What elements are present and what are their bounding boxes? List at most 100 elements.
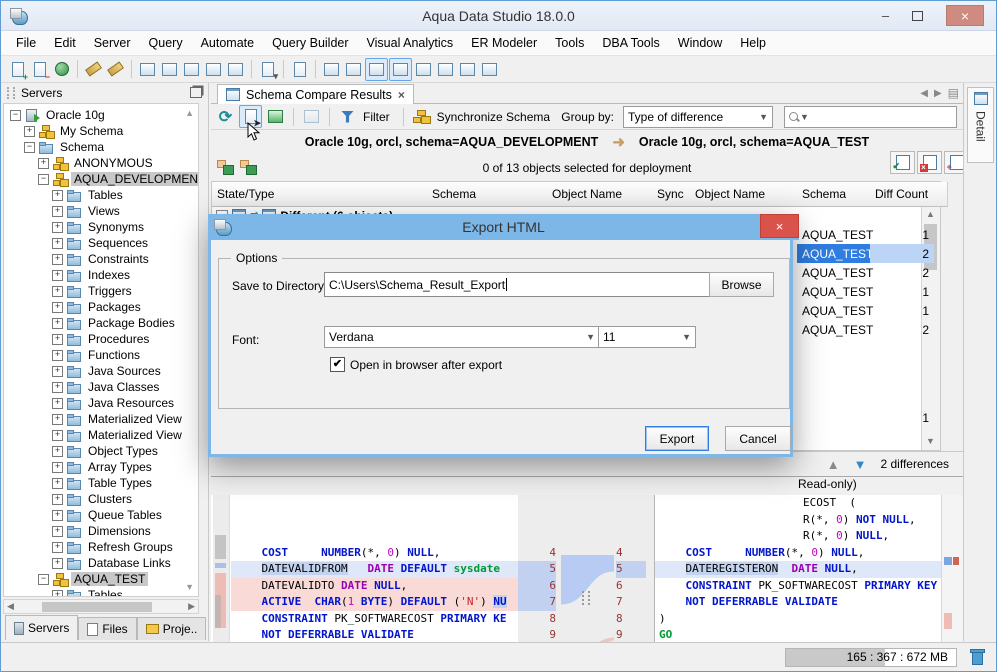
tab-prev-icon[interactable]: ◀ xyxy=(920,88,928,99)
tab-servers[interactable]: Servers xyxy=(5,615,78,640)
maximize-button[interactable] xyxy=(903,5,932,26)
open-in-browser-checkbox[interactable]: ✔ xyxy=(330,357,345,372)
search-input[interactable]: ▼ xyxy=(784,106,957,128)
tree-expander-icon[interactable]: + xyxy=(52,334,63,345)
scroll-up-icon[interactable]: ▲ xyxy=(924,208,937,221)
float-panel-icon[interactable] xyxy=(190,87,202,98)
tree-expander-icon[interactable]: + xyxy=(52,286,63,297)
table-edit-button[interactable] xyxy=(203,59,224,80)
column-header-diff-count[interactable]: Diff Count xyxy=(870,182,948,207)
tree-expander-icon[interactable]: + xyxy=(52,462,63,473)
collapse-all-button[interactable] xyxy=(240,160,257,175)
tree-expander-icon[interactable]: + xyxy=(52,430,63,441)
font-size-select[interactable]: 11▼ xyxy=(598,326,696,348)
tab-schema-compare-results[interactable]: Schema Compare Results × xyxy=(217,84,414,104)
tree-item-materialized-view[interactable]: +Materialized View xyxy=(52,427,185,443)
column-header-object-name[interactable]: Object Name xyxy=(690,182,803,207)
tree-item-tables[interactable]: +Tables xyxy=(52,587,126,597)
menu-item-visual-analytics[interactable]: Visual Analytics xyxy=(358,33,463,53)
scroll-thumb[interactable] xyxy=(42,602,152,612)
browse-button[interactable]: Browse xyxy=(709,272,774,297)
scroll-right-icon[interactable]: ▶ xyxy=(188,601,195,612)
tree-item-java-sources[interactable]: +Java Sources xyxy=(52,363,164,379)
tree-item-java-classes[interactable]: +Java Classes xyxy=(52,379,162,395)
tree-item-java-resources[interactable]: +Java Resources xyxy=(52,395,177,411)
scroll-down-icon[interactable]: ▼ xyxy=(924,435,937,448)
tree-item-constraints[interactable]: +Constraints xyxy=(52,251,152,267)
next-diff-icon[interactable]: ▼ xyxy=(854,457,867,472)
menu-item-server[interactable]: Server xyxy=(85,33,140,53)
tree-expander-icon[interactable]: − xyxy=(38,174,49,185)
tree-item-functions[interactable]: +Functions xyxy=(52,347,143,363)
tree-expander-icon[interactable]: + xyxy=(52,398,63,409)
tree-expander-icon[interactable]: + xyxy=(52,238,63,249)
register-server-button[interactable]: + xyxy=(7,59,28,80)
menu-item-edit[interactable]: Edit xyxy=(45,33,85,53)
disconnect-all-button[interactable] xyxy=(105,59,126,80)
tree-item-synonyms[interactable]: +Synonyms xyxy=(52,219,147,235)
expand-all-button[interactable] xyxy=(217,160,234,175)
unregister-server-button[interactable]: − xyxy=(29,59,50,80)
menu-item-dba-tools[interactable]: DBA Tools xyxy=(593,33,668,53)
tree-expander-icon[interactable]: + xyxy=(38,158,49,169)
gutter-splitter-handle[interactable] xyxy=(582,591,590,605)
tree-expander-icon[interactable]: + xyxy=(52,590,63,598)
tree-item-dimensions[interactable]: +Dimensions xyxy=(52,523,154,539)
previous-diff-icon[interactable]: ▲ xyxy=(827,457,840,472)
tab-next-icon[interactable]: ▶ xyxy=(934,88,942,99)
open-script-button[interactable] xyxy=(289,59,310,80)
tree-item-materialized-view[interactable]: +Materialized View xyxy=(52,411,185,427)
tree-expander-icon[interactable]: + xyxy=(52,270,63,281)
connect-button[interactable] xyxy=(51,59,72,80)
tree-expander-icon[interactable]: + xyxy=(52,206,63,217)
tree-expander-icon[interactable]: − xyxy=(24,142,35,153)
tree-expander-icon[interactable]: + xyxy=(52,494,63,505)
column-header-state-type[interactable]: State/Type xyxy=(212,182,433,207)
tree-item-indexes[interactable]: +Indexes xyxy=(52,267,133,283)
tree-item-my-schema[interactable]: +My Schema xyxy=(24,123,126,139)
refresh-button[interactable]: ⟳ xyxy=(215,106,236,127)
dialog-title-bar[interactable]: Export HTML × xyxy=(208,214,799,240)
tree-expander-icon[interactable]: + xyxy=(52,366,63,377)
column-header-schema[interactable]: Schema xyxy=(427,182,553,207)
close-button[interactable]: × xyxy=(946,5,984,26)
new-document-button[interactable]: ▾ xyxy=(257,59,278,80)
cancel-button[interactable]: Cancel xyxy=(725,426,791,451)
grid-view-2-button[interactable] xyxy=(343,59,364,80)
disconnect-button[interactable] xyxy=(83,59,104,80)
tree-expander-icon[interactable]: + xyxy=(52,222,63,233)
tree-item-table-types[interactable]: +Table Types xyxy=(52,475,155,491)
tab-list-icon[interactable]: ▤ xyxy=(948,86,959,100)
tree-item-clusters[interactable]: +Clusters xyxy=(52,491,135,507)
select-all-button[interactable] xyxy=(890,151,915,174)
tree-item-views[interactable]: +Views xyxy=(52,203,123,219)
tree-expander-icon[interactable]: + xyxy=(52,318,63,329)
filter-button[interactable] xyxy=(337,106,358,127)
menu-item-automate[interactable]: Automate xyxy=(192,33,264,53)
menu-item-query-builder[interactable]: Query Builder xyxy=(263,33,357,53)
tab-close-icon[interactable]: × xyxy=(398,88,405,102)
tree-expander-icon[interactable]: + xyxy=(52,478,63,489)
menu-item-tools[interactable]: Tools xyxy=(546,33,593,53)
table-find-button[interactable] xyxy=(181,59,202,80)
grid-view-5-button[interactable] xyxy=(413,59,434,80)
tree-item-object-types[interactable]: +Object Types xyxy=(52,443,161,459)
filter-label[interactable]: Filter xyxy=(363,110,390,124)
tree-expander-icon[interactable]: + xyxy=(52,510,63,521)
table-search-button[interactable] xyxy=(137,59,158,80)
tree-item-tables[interactable]: +Tables xyxy=(52,187,126,203)
tree-expander-icon[interactable]: + xyxy=(52,350,63,361)
tree-expander-icon[interactable]: − xyxy=(38,574,49,585)
menu-item-query[interactable]: Query xyxy=(140,33,192,53)
tree-expander-icon[interactable]: + xyxy=(52,382,63,393)
tree-item-oracle-10g[interactable]: −Oracle 10g xyxy=(10,107,108,123)
tab-projects[interactable]: Proje.. xyxy=(137,617,207,640)
grid-view-4-button[interactable] xyxy=(389,58,412,81)
tree-expander-icon[interactable]: + xyxy=(52,542,63,553)
export-excel-button[interactable] xyxy=(265,106,286,127)
tree-expander-icon[interactable]: + xyxy=(52,446,63,457)
minimize-button[interactable]: – xyxy=(871,5,900,26)
tree-item-package-bodies[interactable]: +Package Bodies xyxy=(52,315,178,331)
tree-scroll-up-icon[interactable]: ▲ xyxy=(185,108,194,118)
chart-view-button[interactable] xyxy=(479,59,500,80)
